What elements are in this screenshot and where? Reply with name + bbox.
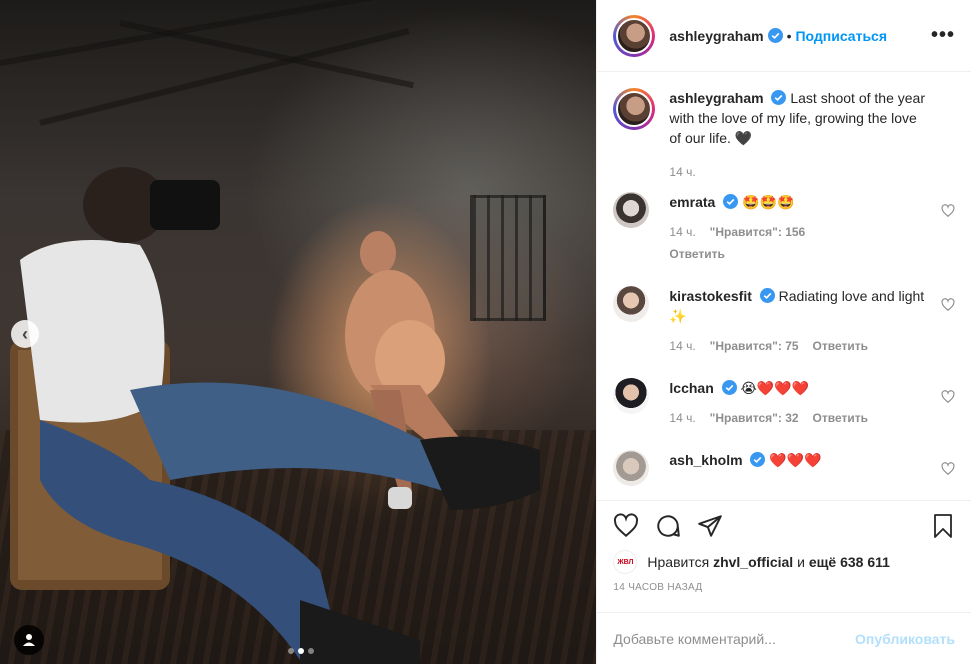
author-avatar-ring[interactable] bbox=[613, 14, 656, 57]
comment-username[interactable]: kirastokesfit bbox=[669, 288, 751, 304]
post-sidebar: ashleygraham • Подписаться ••• ashleygra… bbox=[596, 0, 971, 664]
post-modal: ‹ ashleygraham • Подписаться ••• ashleyg… bbox=[0, 0, 971, 664]
comment-likes[interactable]: "Нравится": 156 bbox=[710, 222, 806, 242]
comments-list[interactable]: ashleygraham Last shoot of the year with… bbox=[597, 72, 971, 500]
add-comment-form: Добавьте комментарий... Опубликовать bbox=[597, 612, 971, 664]
verified-icon bbox=[771, 90, 787, 105]
liker-avatar[interactable]: ЖВЛ bbox=[613, 550, 638, 574]
comment-body: lcchan 😭❤️❤️❤️ 14 ч. "Нравится": 32 Отве… bbox=[669, 378, 929, 428]
caption-avatar[interactable] bbox=[616, 91, 653, 127]
comment-item: ash_kholm ❤️❤️❤️ bbox=[613, 450, 955, 486]
commenter-avatar[interactable] bbox=[613, 192, 650, 228]
carousel-dots bbox=[288, 648, 314, 654]
verified-icon bbox=[750, 452, 766, 467]
comment-text: 😭❤️❤️❤️ bbox=[740, 380, 810, 396]
commenter-avatar[interactable] bbox=[613, 450, 650, 486]
commenter-avatar[interactable] bbox=[613, 378, 650, 414]
verified-icon bbox=[721, 380, 737, 395]
caption-body: ashleygraham Last shoot of the year with… bbox=[669, 88, 929, 182]
caption-meta: 14 ч. bbox=[669, 162, 929, 182]
comment-username[interactable]: lcchan bbox=[669, 380, 713, 396]
reply-button[interactable]: Ответить bbox=[813, 408, 868, 428]
like-heart-icon[interactable] bbox=[613, 512, 639, 539]
carousel-dot-active bbox=[298, 648, 304, 654]
follow-button[interactable]: Подписаться bbox=[795, 28, 887, 44]
ceiling-beam bbox=[0, 0, 415, 66]
comment-time[interactable]: 14 ч. bbox=[669, 222, 695, 242]
comment-body: ash_kholm ❤️❤️❤️ bbox=[669, 450, 929, 486]
comment-likes[interactable]: "Нравится": 32 bbox=[710, 408, 799, 428]
comment-item: lcchan 😭❤️❤️❤️ 14 ч. "Нравится": 32 Отве… bbox=[613, 378, 955, 428]
caption: ashleygraham Last shoot of the year with… bbox=[613, 88, 955, 182]
post-actions bbox=[597, 500, 971, 550]
post-header: ashleygraham • Подписаться ••• bbox=[597, 0, 971, 72]
comment-item: kirastokesfit Radiating love and light ✨… bbox=[613, 286, 955, 356]
more-options-button[interactable]: ••• bbox=[931, 24, 955, 47]
liker-username[interactable]: zhvl_official bbox=[713, 554, 793, 570]
user-icon bbox=[23, 634, 35, 646]
likes-count-button[interactable]: ещё 638 611 bbox=[809, 554, 890, 570]
reply-button[interactable]: Ответить bbox=[813, 336, 868, 356]
comment-text: 🤩🤩🤩 bbox=[742, 194, 795, 210]
share-paper-plane-icon[interactable] bbox=[697, 513, 723, 539]
publish-button[interactable]: Опубликовать bbox=[855, 631, 955, 647]
carousel-prev-button[interactable]: ‹ bbox=[11, 320, 39, 348]
likes-prefix: Нравится bbox=[647, 554, 710, 570]
comment-time[interactable]: 14 ч. bbox=[669, 408, 695, 428]
caption-username[interactable]: ashleygraham bbox=[669, 90, 763, 106]
verified-icon bbox=[759, 288, 775, 303]
comment-text: ❤️❤️❤️ bbox=[769, 452, 822, 468]
comment-body: emrata 🤩🤩🤩 14 ч. "Нравится": 156 Ответит… bbox=[669, 192, 929, 264]
like-comment-heart-icon[interactable] bbox=[941, 390, 955, 404]
ceiling-beam bbox=[119, 20, 415, 89]
likes-and: и bbox=[797, 554, 805, 570]
like-comment-heart-icon[interactable] bbox=[941, 462, 955, 476]
comment-bubble-icon[interactable] bbox=[655, 513, 681, 539]
comment-time[interactable]: 14 ч. bbox=[669, 336, 695, 356]
comment-likes[interactable]: "Нравится": 75 bbox=[710, 336, 799, 356]
photographer-figure bbox=[10, 167, 540, 664]
caption-avatar-ring[interactable] bbox=[613, 88, 656, 130]
likes-summary: ЖВЛ Нравится zhvl_official и ещё 638 611 bbox=[597, 550, 971, 574]
verified-icon bbox=[723, 194, 739, 209]
comment-username[interactable]: emrata bbox=[669, 194, 715, 210]
save-bookmark-icon[interactable] bbox=[931, 513, 955, 539]
comment-meta: 14 ч. "Нравится": 156 bbox=[669, 222, 929, 242]
post-photo[interactable]: ‹ bbox=[0, 0, 597, 664]
verified-icon bbox=[767, 28, 783, 43]
caption-time[interactable]: 14 ч. bbox=[669, 162, 695, 182]
comment-reply-row: Ответить bbox=[669, 244, 929, 264]
comment-input[interactable]: Добавьте комментарий... bbox=[613, 631, 775, 647]
like-comment-heart-icon[interactable] bbox=[941, 298, 955, 312]
reply-button[interactable]: Ответить bbox=[669, 244, 724, 264]
header-separator: • bbox=[786, 27, 792, 44]
comment-meta: 14 ч. "Нравится": 75 Ответить bbox=[669, 336, 929, 356]
carousel-dot bbox=[288, 648, 294, 654]
comment-body: kirastokesfit Radiating love and light ✨… bbox=[669, 286, 929, 356]
comment-item: emrata 🤩🤩🤩 14 ч. "Нравится": 156 Ответит… bbox=[613, 192, 955, 264]
author-username[interactable]: ashleygraham bbox=[669, 28, 763, 44]
tagged-users-button[interactable] bbox=[14, 625, 44, 655]
post-timestamp[interactable]: 14 ЧАСОВ НАЗАД bbox=[597, 582, 971, 612]
author-avatar[interactable] bbox=[616, 17, 653, 54]
like-comment-heart-icon[interactable] bbox=[941, 204, 955, 218]
comment-meta: 14 ч. "Нравится": 32 Ответить bbox=[669, 408, 929, 428]
comment-username[interactable]: ash_kholm bbox=[669, 452, 742, 468]
carousel-dot bbox=[308, 648, 314, 654]
commenter-avatar[interactable] bbox=[613, 286, 650, 322]
